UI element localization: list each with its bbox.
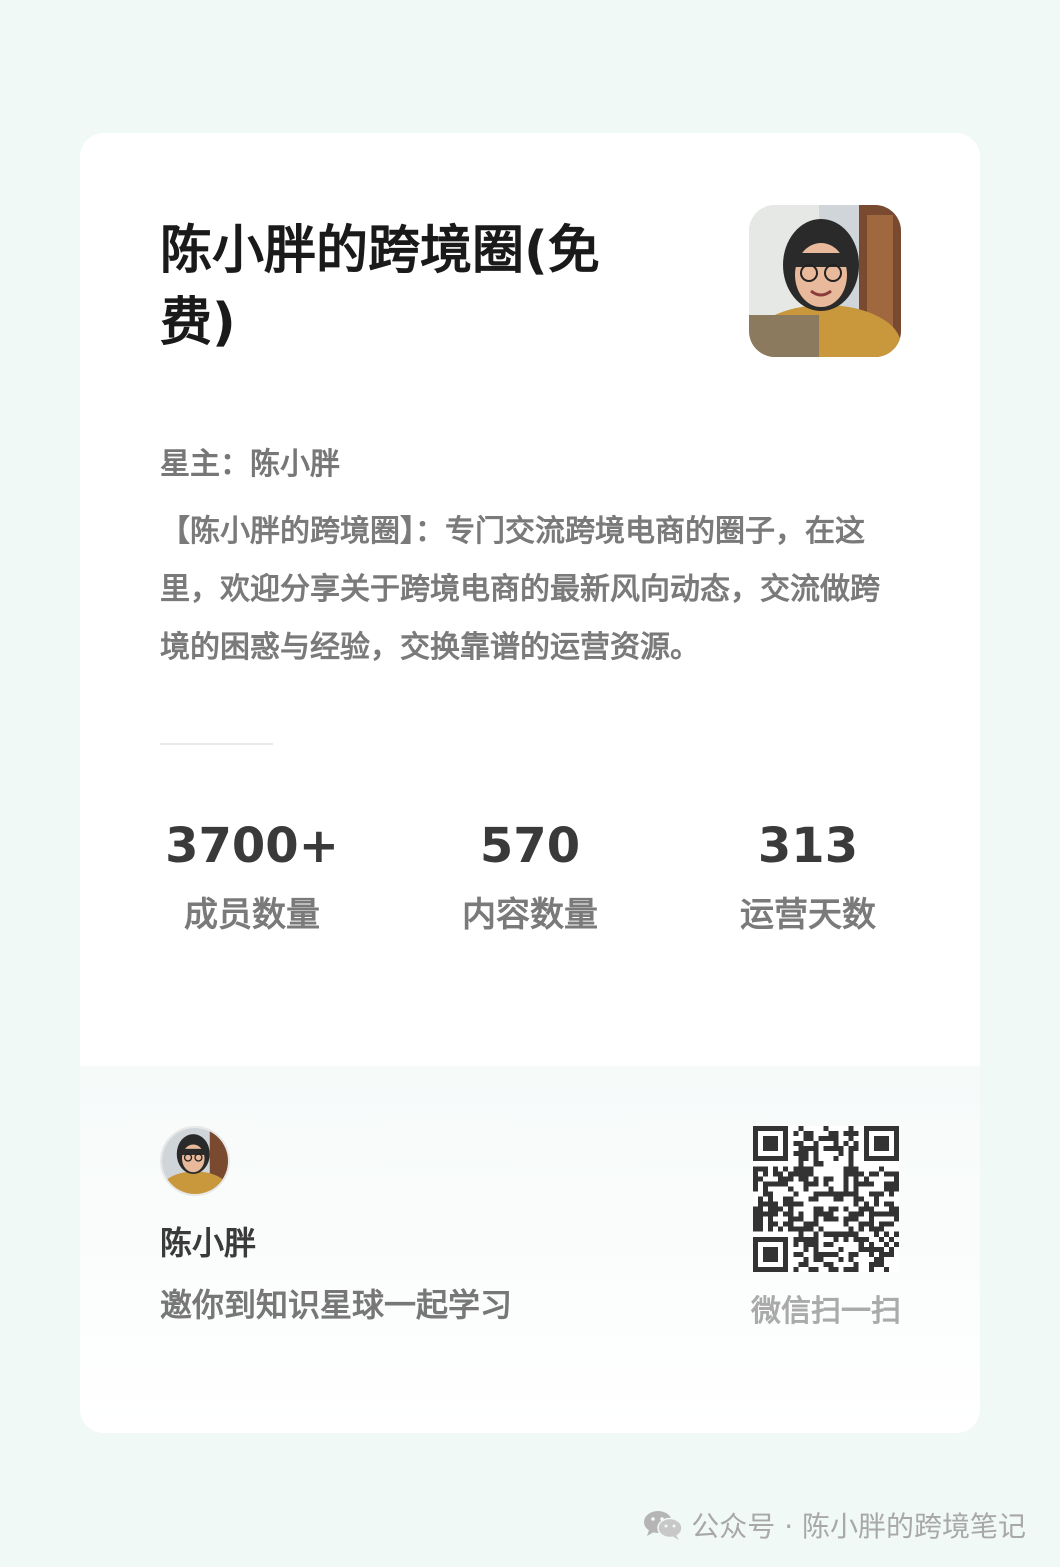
planet-card: 陈小胖的跨境圈(免费) 星主：陈小胖 【陈小胖的跨境圈】：专门交流跨境电商的圈子… bbox=[80, 133, 980, 1433]
owner-line: 星主：陈小胖 bbox=[160, 447, 340, 482]
owner-avatar-small bbox=[160, 1126, 230, 1196]
stat-value: 3700+ bbox=[165, 818, 339, 874]
stat-value: 313 bbox=[757, 818, 859, 874]
wechat-icon bbox=[643, 1509, 684, 1541]
stat-contents: 570 内容数量 bbox=[380, 813, 680, 937]
scan-label: 微信扫一扫 bbox=[751, 1294, 901, 1329]
planet-title: 陈小胖的跨境圈(免费) bbox=[160, 221, 600, 353]
stat-label: 运营天数 bbox=[740, 895, 876, 935]
watermark-text: 公众号 · 陈小胖的跨境笔记 bbox=[691, 1510, 1026, 1543]
stat-members: 3700+ 成员数量 bbox=[102, 813, 402, 937]
planet-description: 【陈小胖的跨境圈】：专门交流跨境电商的圈子，在这里，欢迎分享关于跨境电商的最新风… bbox=[160, 514, 880, 665]
stat-label: 成员数量 bbox=[184, 895, 320, 935]
owner-avatar-large bbox=[749, 205, 901, 357]
stat-label: 内容数量 bbox=[462, 895, 598, 935]
invite-footer: 陈小胖 邀你到知识星球一起学习 微信扫一扫 bbox=[80, 1066, 980, 1433]
divider bbox=[160, 743, 273, 745]
qr-code[interactable] bbox=[753, 1126, 899, 1272]
stat-days: 313 运营天数 bbox=[658, 813, 958, 937]
watermark: 公众号 · 陈小胖的跨境笔记 bbox=[643, 1505, 1026, 1545]
stats-row: 3700+ 成员数量 570 内容数量 313 运营天数 bbox=[80, 813, 980, 953]
owner-name: 陈小胖 bbox=[160, 1224, 257, 1262]
stat-value: 570 bbox=[479, 818, 581, 874]
invite-text: 邀你到知识星球一起学习 bbox=[160, 1286, 513, 1324]
